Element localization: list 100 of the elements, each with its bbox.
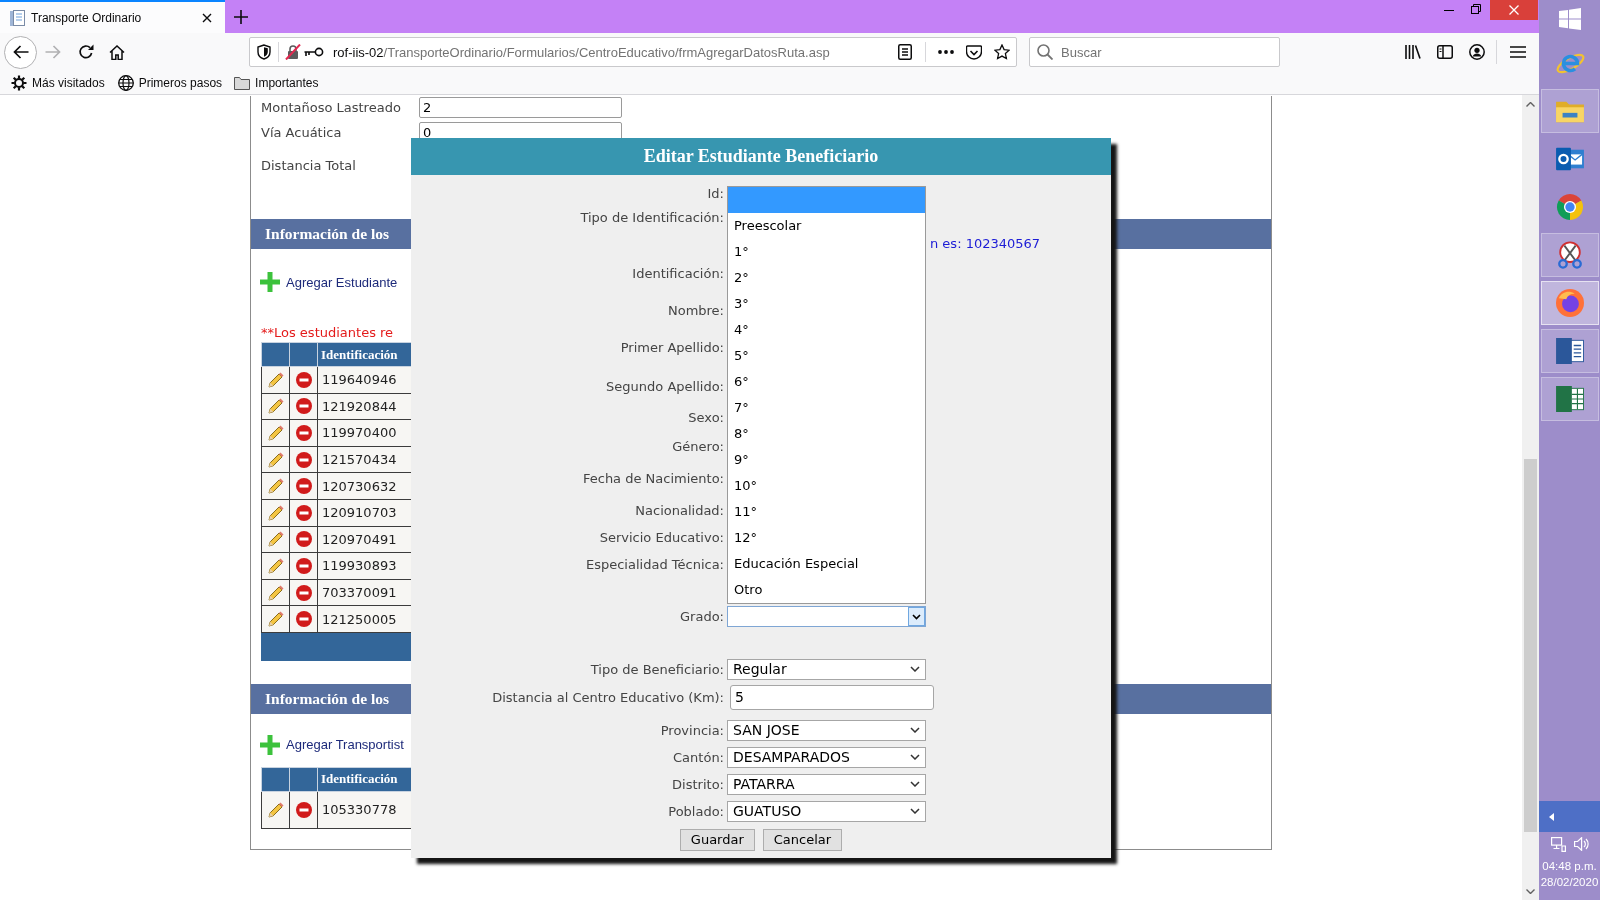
document-lines-icon[interactable] <box>898 44 912 60</box>
pencil-icon[interactable] <box>267 801 284 818</box>
pencil-icon[interactable] <box>267 584 284 601</box>
minus-circle-icon[interactable] <box>295 611 312 628</box>
user-circle-icon[interactable] <box>1469 44 1485 60</box>
restore-icon[interactable] <box>1471 4 1481 14</box>
address-bar[interactable]: rof-iis-02/TransporteOrdinario/Formularios/CentroEducativo/frmAgregarDatosRuta.asp <box>249 37 1017 67</box>
dropdown-field[interactable] <box>727 605 926 627</box>
mail-icon[interactable] <box>1556 146 1584 172</box>
home-icon[interactable] <box>109 44 125 60</box>
minus-circle-icon[interactable] <box>295 425 312 441</box>
dropdown-option[interactable]: 6° <box>728 368 925 395</box>
search-field[interactable]: Buscar <box>1029 37 1280 67</box>
pencil-icon[interactable] <box>267 504 284 521</box>
taskbar-button[interactable] <box>1541 281 1599 325</box>
segmented-circle-icon[interactable] <box>1556 193 1584 221</box>
chevron-down-icon <box>908 606 925 626</box>
dialog-button[interactable]: Guardar <box>679 829 755 851</box>
field-label: Género: <box>672 438 724 454</box>
pencil-icon[interactable] <box>267 531 284 548</box>
minus-circle-icon[interactable] <box>295 531 312 548</box>
pencil-icon[interactable] <box>267 451 284 468</box>
bookmark-item[interactable]: Importantes <box>234 75 319 90</box>
pencil-icon[interactable] <box>267 398 284 415</box>
bookmark-item[interactable]: Primeros pasos <box>117 74 223 91</box>
chevron-down-icon <box>910 727 920 733</box>
books-icon[interactable] <box>1405 45 1421 59</box>
chevron-pouch-icon[interactable] <box>966 44 982 60</box>
field-label: Sexo: <box>688 409 724 425</box>
field-label: Distrito: <box>672 776 724 792</box>
field-label: Identificación: <box>632 265 724 281</box>
field-label: Primer Apellido: <box>620 339 724 355</box>
text-input[interactable]: 5 <box>730 684 934 710</box>
dropdown-option[interactable]: 2° <box>728 264 925 291</box>
dropdown-option[interactable]: 5° <box>728 342 925 369</box>
dropdown-field[interactable]: DESAMPARADOS <box>727 746 926 768</box>
minus-circle-icon[interactable] <box>295 478 312 495</box>
dropdown-option[interactable]: 9° <box>728 446 925 473</box>
chevron-down-icon <box>910 666 920 672</box>
minus-circle-icon[interactable] <box>295 801 312 818</box>
text-input[interactable]: 2 <box>419 96 622 118</box>
pencil-icon[interactable] <box>267 371 284 388</box>
pencil-icon[interactable] <box>267 611 284 628</box>
dropdown-field[interactable]: Regular <box>727 658 926 680</box>
dropdown-option[interactable]: 7° <box>728 394 925 421</box>
dropdown-field[interactable]: PATARRA <box>727 773 926 795</box>
field-label: Grado: <box>680 608 724 624</box>
document-icon <box>10 9 25 26</box>
dropdown-field[interactable]: GUATUSO <box>727 800 926 822</box>
taskbar-button[interactable] <box>1541 377 1599 421</box>
taskbar-button[interactable] <box>1541 233 1599 277</box>
network-icon[interactable] <box>1550 836 1566 852</box>
minus-circle-icon[interactable] <box>295 398 312 415</box>
gear-icon <box>11 74 27 91</box>
taskbar-button[interactable] <box>1541 329 1599 373</box>
globe-icon <box>117 74 134 91</box>
more-options-icon[interactable] <box>938 50 954 54</box>
menu-icon[interactable] <box>1510 46 1526 58</box>
field-label: Especialidad Técnica: <box>586 556 724 572</box>
dropdown-option[interactable]: 4° <box>728 316 925 343</box>
plus-icon[interactable] <box>234 9 248 24</box>
dropdown-option[interactable]: 10° <box>728 472 925 499</box>
caret-left-icon <box>1549 812 1554 821</box>
crossed-lock-icon[interactable] <box>285 44 301 60</box>
key-icon[interactable] <box>304 47 324 57</box>
back-button[interactable] <box>4 35 37 69</box>
minus-circle-icon[interactable] <box>295 504 312 521</box>
shield-icon[interactable] <box>257 44 271 60</box>
dropdown-option[interactable]: Educación Especial <box>728 550 925 577</box>
plus-icon <box>260 272 280 292</box>
dropdown-option[interactable]: Otro <box>728 576 925 603</box>
add-link[interactable]: Agregar Estudiante <box>260 272 398 292</box>
bookmark-item[interactable]: Más visitados <box>11 74 105 91</box>
add-link[interactable]: Agregar Transportist <box>260 734 404 755</box>
pencil-icon[interactable] <box>267 478 284 495</box>
field-label: Tipo de Beneficiario: <box>590 661 724 677</box>
minus-circle-icon[interactable] <box>295 584 312 601</box>
start-menu-icon[interactable] <box>1558 8 1581 30</box>
field-label: Nacionalidad: <box>635 502 724 518</box>
sidebar-icon[interactable] <box>1437 45 1453 59</box>
star-icon[interactable] <box>994 44 1010 60</box>
close-icon[interactable] <box>202 12 212 23</box>
minus-circle-icon[interactable] <box>295 451 312 468</box>
dialog-button[interactable]: Cancelar <box>762 829 843 851</box>
minus-circle-icon[interactable] <box>295 557 312 574</box>
minus-circle-icon[interactable] <box>295 371 312 388</box>
dropdown-field[interactable]: SAN JOSE <box>727 719 926 741</box>
column-header: Identificación <box>317 767 413 792</box>
scrollbar-thumb[interactable] <box>1524 459 1537 832</box>
dropdown-option[interactable]: 12° <box>728 524 925 551</box>
dropdown-option[interactable]: 8° <box>728 420 925 447</box>
reload-icon[interactable] <box>78 44 94 60</box>
field-label: Nombre: <box>667 302 724 318</box>
spreadsheet-icon <box>1556 386 1584 412</box>
pencil-icon[interactable] <box>267 425 284 441</box>
dropdown-option[interactable]: 3° <box>728 290 925 317</box>
browser-tab[interactable]: Transporte Ordinario <box>0 0 225 33</box>
speaker-icon[interactable] <box>1573 837 1589 851</box>
pencil-icon[interactable] <box>267 557 284 574</box>
dropdown-option[interactable]: 11° <box>728 498 925 525</box>
